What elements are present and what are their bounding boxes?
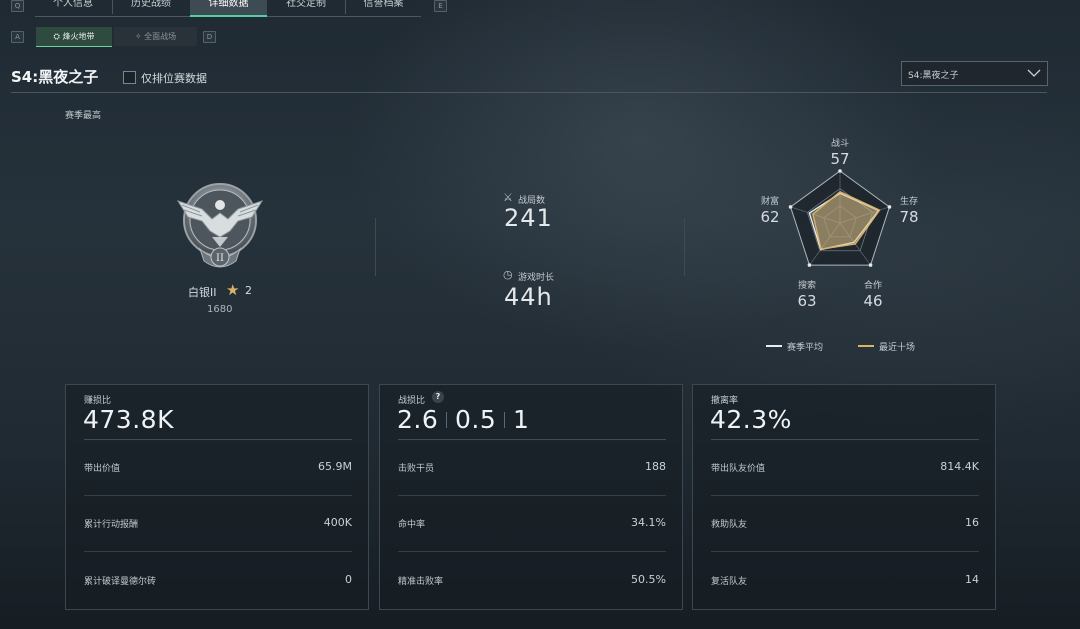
rank-tier-numeral: II — [216, 253, 224, 264]
card-divider — [711, 439, 979, 440]
tab-reputation[interactable]: 信誉档案 — [346, 0, 421, 16]
legend-recent: 最近十场 — [879, 343, 916, 353]
playtime-value: 44h — [504, 283, 553, 311]
row-label: 命中率 — [398, 520, 426, 530]
profit-loss-card: 赚损比 473.8K 带出价值 65.9M 累计行动报酬 400K 累计破译曼德… — [65, 384, 369, 610]
row-label: 累计行动报酬 — [84, 520, 139, 530]
radar-value-teamwork: 46 — [863, 292, 883, 310]
row-label: 带出队友价值 — [711, 464, 766, 474]
radar-label-teamwork: 合作 — [863, 281, 882, 291]
season-best-label: 赛季最高 — [65, 111, 102, 121]
kd-card: 战损比 ? 2.6 0.5 1 击败干员 188 命中率 34.1% 精准击败率… — [379, 384, 683, 610]
row-label: 救助队友 — [711, 520, 748, 530]
row-divider — [84, 551, 352, 552]
row-divider — [711, 495, 979, 496]
radar-label-wealth: 财富 — [760, 197, 779, 207]
next-subtab-key-hint: D — [203, 31, 216, 43]
subtab-zone-label: 烽火地带 — [62, 32, 95, 41]
row-value: 0 — [345, 573, 352, 586]
row-label: 击败干员 — [398, 464, 435, 474]
row-divider — [711, 551, 979, 552]
row-value: 814.4K — [940, 460, 979, 473]
radar-value-wealth: 62 — [760, 208, 780, 226]
row-label: 复活队友 — [711, 577, 748, 587]
tab-social[interactable]: 社交定制 — [268, 0, 344, 16]
tab-profile[interactable]: 个人信息 — [35, 0, 111, 16]
row-label: 累计破译曼德尔砖 — [84, 577, 157, 587]
rank-score: 1680 — [207, 304, 233, 315]
battlefield-icon: ✧ — [134, 32, 142, 41]
active-tab-indicator — [190, 15, 267, 17]
value-separator — [504, 412, 505, 428]
row-value: 65.9M — [318, 460, 352, 473]
tab-detailed-data[interactable]: 详细数据 — [190, 0, 267, 16]
radar-label-survival: 生存 — [899, 197, 918, 207]
row-value: 400K — [323, 516, 352, 529]
row-label: 带出价值 — [84, 464, 121, 474]
header-divider — [11, 92, 1047, 93]
extraction-card: 撤离率 42.3% 带出队友价值 814.4K 救助队友 16 复活队友 14 — [692, 384, 996, 610]
row-divider — [398, 495, 666, 496]
row-value: 16 — [965, 516, 979, 529]
card-divider — [398, 439, 666, 440]
row-value: 14 — [965, 573, 979, 586]
chevron-down-icon — [1027, 69, 1041, 77]
radar-value-combat: 57 — [830, 150, 850, 168]
radar-label-combat: 战斗 — [830, 139, 849, 149]
radar-vertex — [807, 263, 812, 267]
legend-season-avg-swatch — [766, 345, 782, 347]
radar-vertex — [887, 205, 892, 209]
row-label: 精准击败率 — [398, 577, 444, 587]
prev-tab-key-hint: Q — [11, 0, 24, 12]
card-divider — [84, 439, 352, 440]
radar-value-survival: 78 — [899, 208, 919, 226]
rank-star-count: 2 — [245, 284, 252, 297]
top-nav: Q 个人信息 历史战绩 详细数据 社交定制 信誉档案 E — [0, 0, 1080, 17]
ranked-only-checkbox[interactable] — [123, 71, 136, 84]
radar-value-search: 63 — [797, 292, 817, 310]
help-icon[interactable]: ? — [432, 391, 444, 403]
prev-subtab-key-hint: A — [11, 31, 24, 43]
card-big-value: 42.3% — [710, 405, 792, 434]
subtab-battlefield-label: 全面战场 — [144, 32, 177, 41]
row-value: 34.1% — [631, 516, 666, 529]
matches-value: 241 — [504, 204, 553, 232]
radar-vertex — [788, 205, 793, 209]
summary-divider — [684, 218, 685, 276]
next-tab-key-hint: E — [434, 0, 447, 12]
clock-icon: ◷ — [503, 268, 513, 281]
season-select-value: S4:黑夜之子 — [908, 71, 959, 81]
subtab-battlefield[interactable]: ✧ 全面战场 — [114, 27, 197, 46]
season-select[interactable]: S4:黑夜之子 — [901, 61, 1048, 86]
row-value: 50.5% — [631, 573, 666, 586]
zone-icon: ⛭ — [53, 32, 60, 41]
legend-recent-swatch — [858, 345, 874, 347]
radar-vertex — [868, 263, 873, 267]
playtime-label: 游戏时长 — [518, 273, 555, 283]
rank-emblem-icon: II — [176, 183, 264, 268]
legend-season-avg: 赛季平均 — [787, 343, 824, 353]
rank-name: 白银II — [188, 286, 217, 299]
row-value: 188 — [645, 460, 666, 473]
summary-divider — [375, 218, 376, 276]
kd-value: 2.6 — [397, 405, 439, 434]
radar-vertex — [838, 169, 842, 173]
subtab-zone[interactable]: ⛭ 烽火地带 — [36, 27, 112, 47]
kd-value: 0.5 — [455, 405, 497, 434]
kd-value: 1 — [513, 405, 530, 434]
star-icon: ★ — [226, 281, 240, 299]
radar-label-search: 搜索 — [797, 281, 816, 291]
ranked-only-label[interactable]: 仅排位赛数据 — [141, 70, 207, 86]
value-separator — [446, 412, 447, 428]
card-big-value: 473.8K — [83, 405, 174, 434]
season-title: S4:黑夜之子 — [11, 68, 99, 86]
radar-chart: 战斗 57 生存 78 合作 46 搜索 63 财富 62 — [760, 135, 920, 310]
row-divider — [398, 551, 666, 552]
tab-match-history[interactable]: 历史战绩 — [113, 0, 189, 16]
row-divider — [84, 495, 352, 496]
crossed-swords-icon: ⚔ — [503, 191, 513, 204]
